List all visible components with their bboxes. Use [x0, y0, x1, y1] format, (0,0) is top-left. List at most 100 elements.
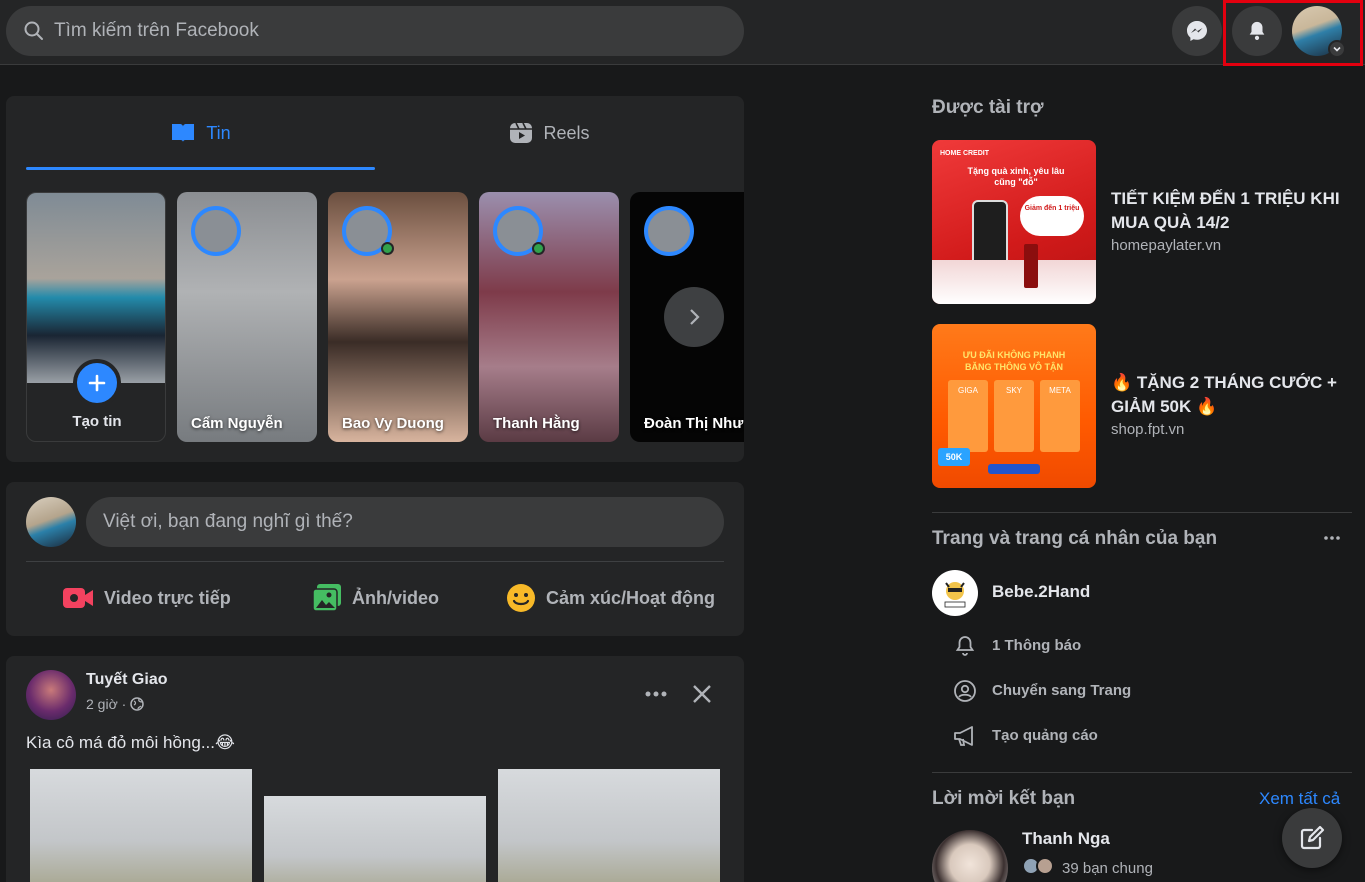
- ad-plan-card: META: [1040, 380, 1080, 452]
- story-author-name: Cẩm Nguyễn: [191, 415, 283, 432]
- highlight-box: [1223, 0, 1363, 66]
- story-author-name: Bao Vy Duong: [342, 415, 444, 432]
- ad-image-subheadline: BĂNG THÔNG VÔ TẬN: [965, 362, 1063, 372]
- create-story-label: Tạo tin: [72, 413, 122, 430]
- smiley-icon: [507, 584, 535, 612]
- ad-plan-card: SKY: [994, 380, 1034, 452]
- page-avatar[interactable]: [932, 570, 978, 616]
- photo-icon: [312, 584, 341, 612]
- post-photo[interactable]: [30, 769, 252, 882]
- tab-stories-label: Tin: [206, 122, 231, 143]
- search-placeholder: Tìm kiếm trên Facebook: [54, 20, 259, 41]
- hide-post-button[interactable]: [686, 678, 718, 710]
- ad-image-headline: Tặng quà xinh, yêu lâu cũng "đỗ": [967, 166, 1065, 187]
- online-status-dot: [381, 242, 394, 255]
- tab-reels-label: Reels: [543, 122, 590, 143]
- messenger-button[interactable]: [1172, 6, 1222, 56]
- ad-image-floor: [932, 260, 1096, 304]
- post-timestamp[interactable]: 2 giờ ·: [86, 696, 126, 712]
- composer-placeholder: Việt ơi, bạn đang nghĩ gì thế?: [103, 511, 353, 532]
- story-card[interactable]: Cẩm Nguyễn: [177, 192, 317, 442]
- more-horizontal-icon: [1324, 536, 1340, 540]
- post-author-name[interactable]: Tuyết Giao: [86, 671, 168, 689]
- feed-post: Tuyết Giao 2 giờ · Kìa cô má đỏ môi hồng…: [6, 656, 744, 882]
- create-ad-link[interactable]: Tạo quảng cáo: [992, 727, 1098, 744]
- friend-requests-heading: Lời mời kết bạn: [932, 788, 1076, 809]
- ad-title[interactable]: 🔥 TẶNG 2 THÁNG CƯỚC + GIẢM 50K 🔥: [1111, 371, 1351, 419]
- composer-input[interactable]: Việt ơi, bạn đang nghĩ gì thế?: [86, 497, 724, 547]
- post-photo[interactable]: [498, 769, 720, 882]
- new-message-button[interactable]: [1282, 808, 1342, 868]
- ad-cta-graphic: [988, 464, 1040, 474]
- post-meta: 2 giờ ·: [86, 696, 145, 712]
- avatar: [644, 206, 694, 256]
- plus-icon: [73, 359, 121, 407]
- pages-more-button[interactable]: [1318, 526, 1346, 550]
- chevron-right-icon: [690, 309, 700, 325]
- lipstick-graphic: [1024, 244, 1038, 288]
- page-notifications-link[interactable]: 1 Thông báo: [992, 637, 1081, 654]
- ad-image-brand: HOME CREDIT: [940, 150, 989, 157]
- ad-image-headline: ƯU ĐÃI KHÔNG PHANH: [962, 350, 1066, 360]
- next-stories-button[interactable]: [664, 287, 724, 347]
- story-card[interactable]: Bao Vy Duong: [328, 192, 468, 442]
- reels-icon: [510, 122, 533, 143]
- post-composer: Việt ơi, bạn đang nghĩ gì thế? Video trự…: [6, 482, 744, 636]
- photo-video-button[interactable]: Ảnh/video: [312, 580, 439, 616]
- stories-card: Tin Reels Tạo tin Cẩm Nguyễn Bao Vy Duon…: [6, 96, 744, 462]
- page-name[interactable]: Bebe.2Hand: [992, 582, 1090, 602]
- ad-domain[interactable]: shop.fpt.vn: [1111, 421, 1184, 438]
- story-preview-image: [27, 193, 165, 383]
- close-icon: [693, 685, 711, 703]
- megaphone-icon: [950, 722, 980, 750]
- see-all-link[interactable]: Xem tất cả: [1259, 789, 1340, 809]
- ad-title[interactable]: TIẾT KIỆM ĐẾN 1 TRIỆU KHI MUA QUÀ 14/2: [1111, 187, 1351, 235]
- feeling-activity-label: Cảm xúc/Hoạt động: [546, 587, 716, 608]
- tab-stories[interactable]: Tin: [26, 96, 375, 170]
- more-horizontal-icon: [645, 691, 667, 697]
- sponsored-heading: Được tài trợ: [932, 97, 1044, 118]
- story-author-name: Đoàn Thị Như Ý: [644, 415, 744, 432]
- live-video-button[interactable]: Video trực tiếp: [62, 580, 231, 616]
- mutual-friend-avatar: [1036, 857, 1054, 875]
- messenger-icon: [1187, 21, 1207, 41]
- ad-image-discount: Giảm đến 1 triệu: [1020, 196, 1084, 236]
- ad-badge: 50K: [938, 448, 970, 466]
- divider: [932, 512, 1352, 513]
- live-video-label: Video trực tiếp: [104, 587, 231, 608]
- photo-video-label: Ảnh/video: [352, 587, 440, 608]
- avatar[interactable]: [26, 497, 76, 547]
- story-card[interactable]: Thanh Hằng: [479, 192, 619, 442]
- post-text: Kìa cô má đỏ môi hồng...😂: [26, 733, 235, 752]
- bell-icon: [950, 632, 980, 660]
- more-options-button[interactable]: [640, 678, 672, 710]
- online-status-dot: [532, 242, 545, 255]
- ad-image[interactable]: ƯU ĐÃI KHÔNG PHANH BĂNG THÔNG VÔ TẬN GIG…: [932, 324, 1096, 488]
- feeling-activity-button[interactable]: Cảm xúc/Hoạt động: [506, 580, 715, 616]
- switch-to-page-link[interactable]: Chuyển sang Trang: [992, 682, 1131, 699]
- video-camera-icon: [63, 588, 93, 608]
- ad-plan-card: GIGA: [948, 380, 988, 452]
- divider: [932, 772, 1352, 773]
- search-icon: [24, 21, 43, 40]
- pages-heading: Trang và trang cá nhân của bạn: [932, 528, 1218, 549]
- ad-domain[interactable]: homepaylater.vn: [1111, 237, 1221, 254]
- friend-request-name[interactable]: Thanh Nga: [1022, 829, 1110, 849]
- tab-reels[interactable]: Reels: [375, 96, 724, 170]
- avatar: [191, 206, 241, 256]
- avatar[interactable]: [26, 670, 76, 720]
- active-tab-indicator: [26, 167, 375, 170]
- post-photo[interactable]: [264, 796, 486, 882]
- ad-image[interactable]: HOME CREDIT Tặng quà xinh, yêu lâu cũng …: [932, 140, 1096, 304]
- mutual-friends-count[interactable]: 39 bạn chung: [1062, 860, 1153, 877]
- top-navigation-bar: Tìm kiếm trên Facebook: [0, 0, 1365, 66]
- story-author-name: Thanh Hằng: [493, 415, 580, 432]
- compose-icon: [1300, 825, 1325, 850]
- avatar[interactable]: [932, 830, 1008, 882]
- switch-profile-icon: [950, 677, 980, 705]
- page-logo-icon: [944, 582, 966, 608]
- divider: [26, 561, 724, 562]
- create-story-card[interactable]: Tạo tin: [26, 192, 166, 442]
- search-input[interactable]: Tìm kiếm trên Facebook: [6, 6, 744, 56]
- book-icon: [172, 124, 195, 142]
